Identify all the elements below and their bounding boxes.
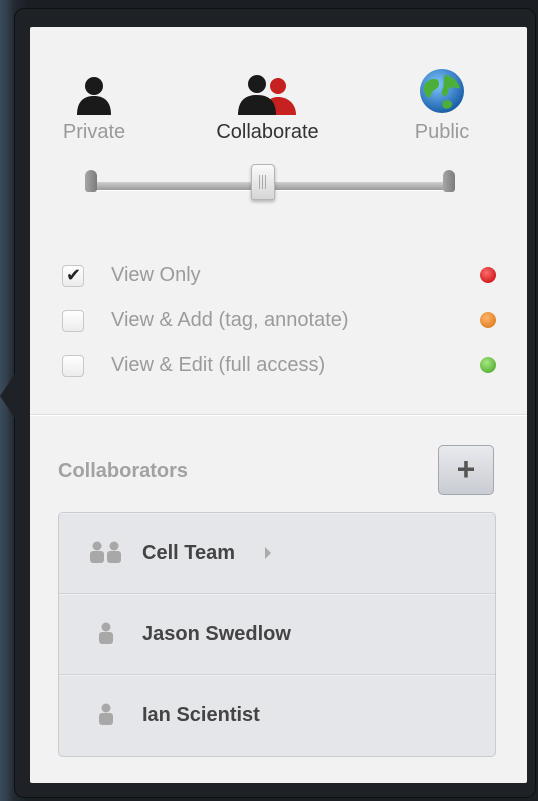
green-status-dot xyxy=(480,357,496,373)
sharing-slider[interactable] xyxy=(85,164,455,200)
view-add-checkbox[interactable] xyxy=(62,309,84,332)
level-collaborate[interactable]: Collaborate xyxy=(200,67,335,144)
collaborator-row[interactable]: Ian Scientist xyxy=(59,675,495,756)
permission-options: View Only View & Add (tag, annotate) Vie… xyxy=(62,253,496,388)
level-collaborate-label: Collaborate xyxy=(216,121,319,143)
permission-label: View & Edit (full access) xyxy=(111,354,326,376)
sharing-levels: Private Collaborate Public xyxy=(30,67,527,187)
collaborator-row[interactable]: Cell Team xyxy=(59,513,495,594)
view-only-checkbox[interactable] xyxy=(62,264,84,287)
collaborators-title: Collaborators xyxy=(58,460,189,482)
collaborator-row[interactable]: Jason Swedlow xyxy=(59,594,495,675)
permission-view-add[interactable]: View & Add (tag, annotate) xyxy=(62,298,496,343)
person-icon xyxy=(99,622,113,644)
globe-icon xyxy=(420,69,464,113)
add-collaborator-button[interactable]: + xyxy=(438,445,494,495)
orange-status-dot xyxy=(480,312,496,328)
person-icon xyxy=(99,703,113,725)
slider-thumb[interactable] xyxy=(251,164,275,200)
popover-pointer xyxy=(0,372,16,420)
group-people-icon xyxy=(237,75,296,115)
permission-label: View Only xyxy=(111,264,201,286)
group-icon xyxy=(90,541,121,563)
sharing-panel: Private Collaborate Public ✔ View Only V… xyxy=(30,27,527,783)
red-status-dot xyxy=(480,267,496,283)
permission-view-edit[interactable]: View & Edit (full access) xyxy=(62,343,496,388)
chevron-right-icon[interactable] xyxy=(265,547,271,559)
slider-left-stop xyxy=(85,170,97,192)
collaborator-name: Ian Scientist xyxy=(142,704,260,726)
section-divider xyxy=(30,414,527,416)
collaborator-name: Jason Swedlow xyxy=(142,622,291,645)
collaborators-list: Cell Team Jason Swedlow Ian Scientist xyxy=(58,512,496,757)
level-private[interactable]: Private xyxy=(54,67,134,144)
permission-view-only[interactable]: View Only xyxy=(62,253,496,298)
level-public[interactable]: Public xyxy=(400,67,484,144)
permission-label: View & Add (tag, annotate) xyxy=(111,309,349,331)
single-person-icon xyxy=(77,77,111,115)
collaborator-name: Cell Team xyxy=(142,541,235,564)
level-public-label: Public xyxy=(414,121,470,143)
view-edit-checkbox[interactable] xyxy=(62,354,84,377)
slider-right-stop xyxy=(443,170,455,192)
level-private-label: Private xyxy=(62,121,126,143)
